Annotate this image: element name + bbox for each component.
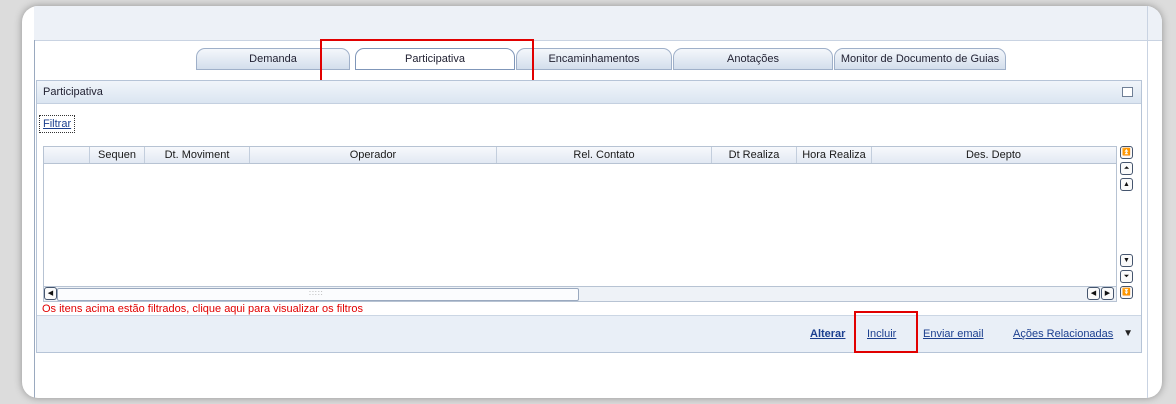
scroll-down-icon[interactable]: ▼ — [1120, 254, 1133, 267]
scroll-first-icon[interactable]: ⏫ — [1120, 146, 1133, 159]
column-hora-realiza[interactable]: Hora Realiza — [797, 147, 872, 163]
tab-monitor-documento-guias[interactable]: Monitor de Documento de Guias — [834, 48, 1006, 70]
enviar-email-link[interactable]: Enviar email — [923, 328, 984, 340]
window-frame: Demanda Participativa Encaminhamentos An… — [22, 6, 1162, 398]
panel-title: Participativa — [37, 81, 1141, 104]
column-operador[interactable]: Operador — [250, 147, 497, 163]
scroll-page-down-icon[interactable]: ⏷ — [1120, 270, 1133, 283]
tab-anotacoes[interactable]: Anotações — [673, 48, 833, 70]
filter-link[interactable]: Filtrar — [39, 115, 76, 133]
column-sequen[interactable]: Sequen — [90, 147, 145, 163]
tab-encaminhamentos[interactable]: Encaminhamentos — [516, 48, 672, 70]
grip-icon: ::::: — [309, 290, 324, 297]
acoes-relacionadas-link[interactable]: Ações Relacionadas — [1013, 328, 1113, 340]
left-border — [34, 40, 35, 398]
chevron-down-icon[interactable]: ▼ — [1123, 328, 1133, 339]
column-blank — [44, 147, 90, 163]
grid-header: Sequen Dt. Moviment Operador Rel. Contat… — [44, 147, 1116, 164]
column-rel-contato[interactable]: Rel. Contato — [497, 147, 712, 163]
participativa-panel: Participativa Filtrar Sequen Dt. Movimen… — [36, 80, 1142, 353]
scroll-left-end-icon[interactable]: ◀ — [1087, 287, 1100, 300]
action-bar: Alterar Incluir Enviar email Ações Relac… — [37, 315, 1141, 352]
scroll-left-icon[interactable]: ◀ — [44, 287, 57, 300]
column-dt-moviment[interactable]: Dt. Moviment — [145, 147, 250, 163]
alterar-link[interactable]: Alterar — [810, 328, 845, 340]
incluir-link[interactable]: Incluir — [867, 328, 896, 340]
scroll-page-up-icon[interactable]: ⏶ — [1120, 162, 1133, 175]
data-grid: Sequen Dt. Moviment Operador Rel. Contat… — [43, 146, 1117, 288]
column-des-depto[interactable]: Des. Depto — [872, 147, 1115, 163]
filtered-items-message[interactable]: Os itens acima estão filtrados, clique a… — [42, 303, 363, 315]
column-dt-realiza[interactable]: Dt Realiza — [712, 147, 797, 163]
tab-strip: Demanda Participativa Encaminhamentos An… — [22, 6, 1162, 76]
minimize-icon[interactable] — [1122, 87, 1133, 97]
scroll-up-icon[interactable]: ▲ — [1120, 178, 1133, 191]
tab-demanda[interactable]: Demanda — [196, 48, 350, 70]
horizontal-scrollbar[interactable]: ◀ ::::: ◀ ▶ — [43, 286, 1117, 302]
scroll-right-icon[interactable]: ▶ — [1101, 287, 1114, 300]
tab-participativa[interactable]: Participativa — [355, 48, 515, 70]
scroll-last-icon[interactable]: ⏬ — [1120, 286, 1133, 299]
